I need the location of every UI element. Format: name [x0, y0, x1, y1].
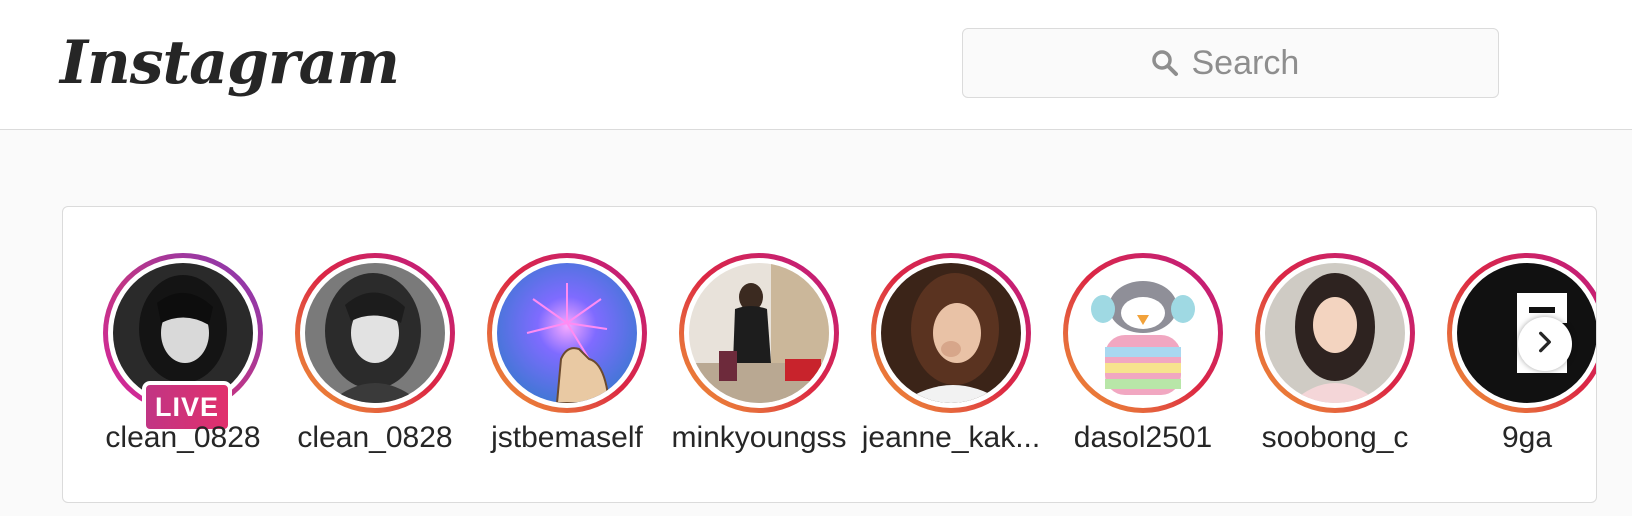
story-item[interactable]: minkyoungss — [659, 253, 859, 473]
story-item[interactable]: 9ga — [1427, 253, 1596, 473]
story-item[interactable]: jeanne_kak... — [851, 253, 1051, 473]
chevron-right-icon — [1532, 329, 1558, 360]
story-ring — [1063, 253, 1223, 413]
search-box[interactable] — [962, 28, 1499, 98]
story-item[interactable]: soobong_c — [1235, 253, 1435, 473]
stories-track: LIVE clean_0828 clean_0828 jstbemaself m… — [63, 207, 1596, 502]
search-input[interactable] — [1191, 43, 1312, 83]
story-ring — [1255, 253, 1415, 413]
story-username: clean_0828 — [297, 421, 453, 454]
story-item[interactable]: dasol2501 — [1043, 253, 1243, 473]
story-ring — [487, 253, 647, 413]
stories-tray: LIVE clean_0828 clean_0828 jstbemaself m… — [62, 206, 1597, 503]
story-username: soobong_c — [1261, 421, 1409, 454]
avatar — [1265, 263, 1405, 403]
story-item[interactable]: clean_0828 — [275, 253, 475, 473]
story-username: jstbemaself — [491, 421, 643, 454]
story-ring — [295, 253, 455, 413]
instagram-logo[interactable]: Instagram — [60, 18, 400, 108]
story-username: clean_0828 — [105, 421, 261, 454]
story-ring — [679, 253, 839, 413]
story-username: jeanne_kak... — [861, 421, 1041, 454]
top-navigation-bar: Instagram — [0, 0, 1632, 130]
search-icon — [1150, 48, 1180, 78]
story-item[interactable]: jstbemaself — [467, 253, 667, 473]
avatar — [1073, 263, 1213, 403]
story-username: dasol2501 — [1073, 421, 1213, 454]
avatar — [497, 263, 637, 403]
story-username: minkyoungss — [671, 421, 847, 454]
avatar — [881, 263, 1021, 403]
avatar — [689, 263, 829, 403]
story-ring — [871, 253, 1031, 413]
story-username: 9ga — [1501, 421, 1553, 454]
avatar — [305, 263, 445, 403]
story-item[interactable]: LIVE clean_0828 — [83, 253, 283, 473]
next-stories-button[interactable] — [1518, 317, 1572, 371]
